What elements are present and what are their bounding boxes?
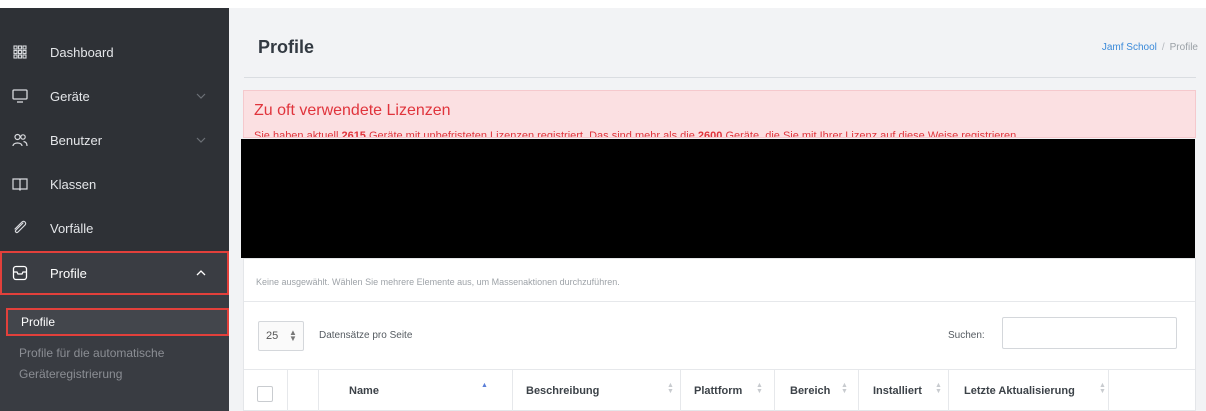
app-root: Dashboard Geräte Benutzer Klassen Vorfäl… <box>0 0 1206 411</box>
sidebar-item-label: Benutzer <box>50 132 103 148</box>
column-header-name[interactable]: Name ▲ <box>349 370 509 411</box>
sidebar-item-benutzer[interactable]: Benutzer <box>0 118 229 162</box>
sidebar-item-label: Klassen <box>50 176 97 192</box>
sidebar-item-klassen[interactable]: Klassen <box>0 162 229 206</box>
divider <box>244 77 1196 78</box>
sort-icon: ▲ ▼ <box>935 382 942 395</box>
divider <box>244 301 1195 302</box>
profiles-table-panel: Keine ausgewählt. Wählen Sie mehrere Ele… <box>243 258 1196 411</box>
monitor-icon <box>12 88 28 104</box>
sort-icon: ▲ ▼ <box>756 382 763 395</box>
chevron-down-icon <box>196 93 206 99</box>
column-header-plattform[interactable]: Plattform ▲ ▼ <box>694 370 772 411</box>
alert-text: Sie haben aktuell 2615 Geräte mit unbefr… <box>254 130 1017 138</box>
sidebar-subitem-automatic-enrollment[interactable]: Profile für die automatische Geräteregis… <box>19 343 219 385</box>
page-length-select[interactable]: 25 ▲ ▼ <box>258 321 304 351</box>
sidebar-item-vorfaelle[interactable]: Vorfälle <box>0 206 229 250</box>
chevron-down-icon <box>196 137 206 143</box>
bulk-action-message: Keine ausgewählt. Wählen Sie mehrere Ele… <box>256 277 620 287</box>
alert-title: Zu oft verwendete Lizenzen <box>254 102 451 119</box>
sidebar-item-label: Dashboard <box>50 44 114 60</box>
search-input[interactable] <box>1002 317 1177 349</box>
sidebar-item-profile[interactable]: Profile <box>0 251 229 295</box>
column-header-letzte-aktualisierung[interactable]: Letzte Aktualisierung ▲ ▼ <box>964 370 1124 411</box>
sidebar-subitem-profile[interactable]: Profile <box>6 308 229 336</box>
breadcrumb-separator: / <box>1161 42 1165 53</box>
profile-box-icon <box>12 265 28 281</box>
sidebar-item-label: Geräte <box>50 88 90 104</box>
main-content: Profile Jamf School / Profile Zu oft verwe… <box>229 0 1206 411</box>
sort-icon: ▲ ▼ <box>667 382 674 395</box>
sidebar-item-label: Vorfälle <box>50 220 94 236</box>
column-header-installiert[interactable]: Installiert ▲ ▼ <box>873 370 955 411</box>
table-header: Name ▲ Beschreibung ▲ ▼ Plattform ▲ ▼ Bere… <box>244 370 1195 411</box>
page-title: Profile <box>258 37 315 57</box>
column-header-bereich[interactable]: Bereich ▲ ▼ <box>790 370 860 411</box>
search-label: Suchen: <box>948 330 985 341</box>
license-alert: Zu oft verwendete Lizenzen Sie haben akt… <box>243 90 1196 138</box>
book-icon <box>12 176 28 192</box>
sidebar: Dashboard Geräte Benutzer Klassen Vorfäl… <box>0 8 229 411</box>
column-header-beschreibung[interactable]: Beschreibung ▲ ▼ <box>526 370 686 411</box>
page-length-value: 25 <box>266 330 279 342</box>
sort-icon: ▲ ▼ <box>841 382 848 395</box>
sort-ascending-icon: ▲ <box>481 382 488 389</box>
users-icon <box>12 132 28 148</box>
select-arrows-icon: ▲ ▼ <box>289 328 297 343</box>
chevron-up-icon <box>196 270 206 276</box>
sidebar-item-dashboard[interactable]: Dashboard <box>0 30 229 74</box>
select-all-checkbox[interactable] <box>257 386 273 402</box>
breadcrumb: Jamf School / Profile <box>1102 42 1198 53</box>
grid-icon <box>12 44 28 60</box>
sidebar-item-geraete[interactable]: Geräte <box>0 74 229 118</box>
redacted-area <box>241 139 1195 258</box>
sidebar-item-label: Profile <box>50 265 87 281</box>
sidebar-submenu: Profile Profile für die automatische Ger… <box>0 295 229 411</box>
sort-icon: ▲ ▼ <box>1099 382 1106 395</box>
paperclip-icon <box>12 220 28 236</box>
page-length-label: Datensätze pro Seite <box>319 330 413 341</box>
breadcrumb-current: Profile <box>1169 42 1198 53</box>
breadcrumb-link-jamf-school[interactable]: Jamf School <box>1102 42 1157 53</box>
